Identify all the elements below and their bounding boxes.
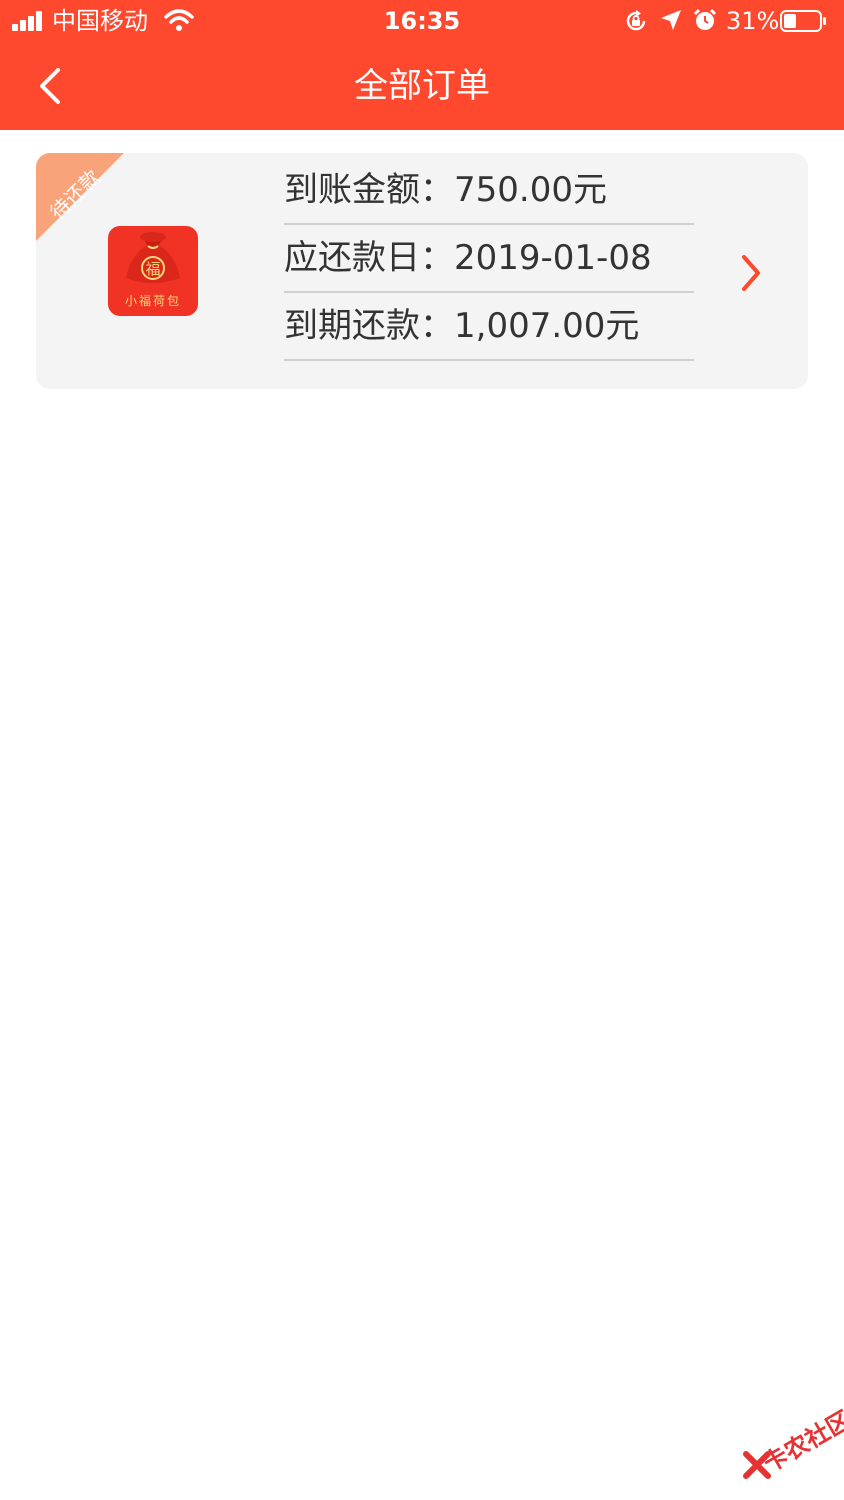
app-name: 小福荷包 [124,294,181,308]
due-date-row: 应还款日：2019-01-08 [284,225,694,293]
due-date-value: 2019-01-08 [454,238,652,278]
app-header: 中国移动 16:35 31% 全部订单 [0,0,844,130]
money-bag-icon: 福 [126,232,180,283]
watermark-text: 卡农社区 [758,1405,844,1478]
received-amount-value: 750.00元 [454,170,607,210]
repayment-amount-value: 1,007.00元 [454,306,640,346]
chevron-right-icon[interactable] [736,253,766,293]
repayment-amount-label: 到期还款： [284,306,454,346]
logo-character: 福 [145,260,160,278]
location-icon [661,10,681,30]
watermark: 卡农社区 [738,1404,844,1484]
alarm-icon [693,8,717,30]
battery-percent: 31% [726,7,780,35]
status-time: 16:35 [383,7,461,35]
rotation-lock-icon [626,10,646,31]
received-amount-row: 到账金额：750.00元 [284,157,694,225]
repayment-amount-row: 到期还款：1,007.00元 [284,293,694,361]
received-amount-label: 到账金额： [284,170,454,210]
battery-icon [780,10,826,32]
app-logo: 福 小福荷包 [108,226,198,316]
due-date-label: 应还款日： [284,238,454,278]
status-bar: 中国移动 16:35 31% [0,0,844,42]
page-title: 全部订单 [354,66,490,106]
order-card[interactable]: 待还款 福 小福荷包 到账金额：750.00元 应还款日：2019-01-08 … [36,153,808,389]
